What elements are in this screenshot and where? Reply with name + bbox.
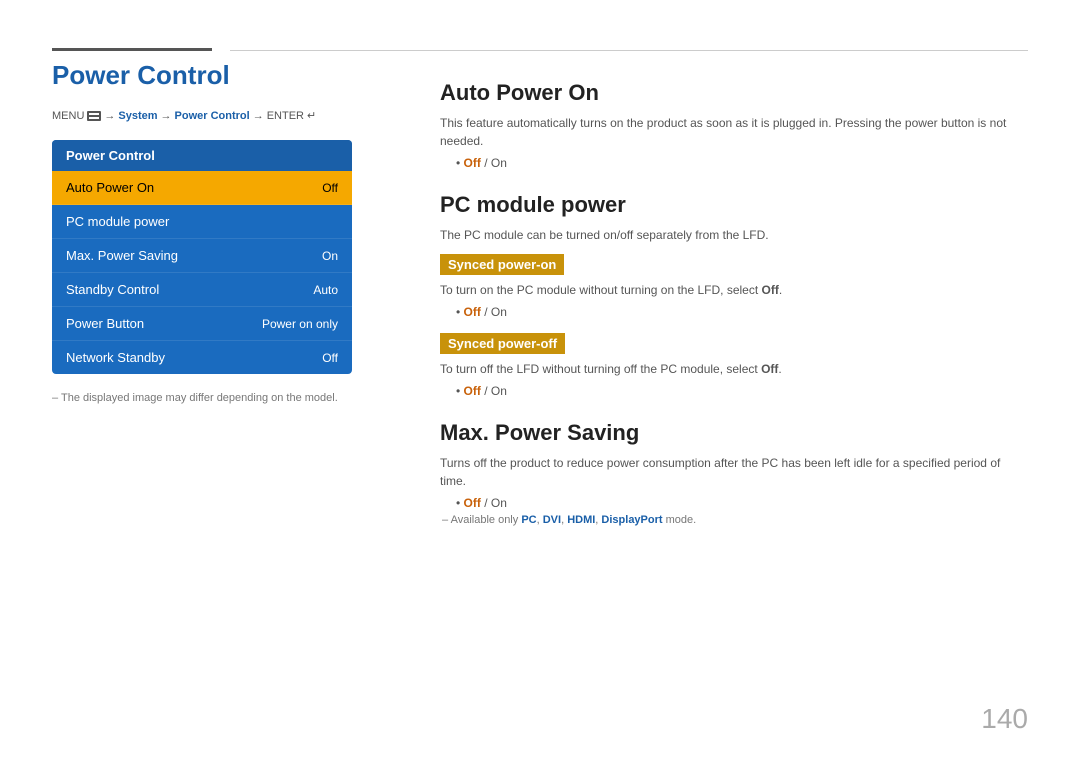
bullet-synced-off: Off / On [456,384,1028,398]
menu-icon [87,111,101,121]
menu-item-value: On [322,249,338,263]
on-label: On [491,496,507,510]
menu-item-label: Network Standby [66,350,165,365]
off-label: Off [464,305,481,319]
subsection-synced-off: Synced power-off To turn off the LFD wit… [440,329,1028,398]
menu-label: MENU [52,110,84,122]
page-number: 140 [981,703,1028,735]
menu-item-pc-module[interactable]: PC module power [52,205,352,239]
note-hdmi: HDMI [567,514,595,526]
section-desc-max-power: Turns off the product to reduce power co… [440,454,1028,490]
menu-item-auto-power-on[interactable]: Auto Power On Off [52,171,352,205]
menu-item-standby-control[interactable]: Standby Control Auto [52,273,352,307]
menu-box-header: Power Control [52,140,352,171]
enter-label: ENTER [267,110,304,122]
on-label: On [491,384,507,398]
subsection-desc-synced-off: To turn off the LFD without turning off … [440,360,1028,378]
menu-item-value: Auto [313,283,338,297]
menu-item-value: Power on only [262,317,338,331]
footnote: The displayed image may differ depending… [52,392,412,404]
on-label: On [491,156,507,170]
top-border-line [230,50,1028,51]
menu-item-label: Power Button [66,316,144,331]
menu-item-network-standby[interactable]: Network Standby Off [52,341,352,374]
section-max-power-saving: Max. Power Saving Turns off the product … [440,420,1028,526]
section-title-max-power: Max. Power Saving [440,420,1028,446]
power-control-link: Power Control [175,110,250,122]
menu-item-value: Off [322,351,338,365]
subsection-desc-synced-on: To turn on the PC module without turning… [440,281,1028,299]
menu-item-label: Max. Power Saving [66,248,178,263]
section-pc-module: PC module power The PC module can be tur… [440,192,1028,398]
off-label: Off [464,384,481,398]
menu-item-value: Off [322,181,338,195]
note-pc: PC [521,514,536,526]
menu-item-label: PC module power [66,214,169,229]
right-panel: Auto Power On This feature automatically… [440,80,1028,548]
note-dvi: DVI [543,514,561,526]
bullet-synced-on: Off / On [456,305,1028,319]
page-title: Power Control [52,60,412,91]
section-desc-pc-module: The PC module can be turned on/off separ… [440,226,1028,244]
menu-item-label: Standby Control [66,282,159,297]
menu-item-max-power[interactable]: Max. Power Saving On [52,239,352,273]
subsection-title-synced-off: Synced power-off [440,333,565,354]
menu-box: Power Control Auto Power On Off PC modul… [52,140,352,374]
arrow-1: → [104,110,115,122]
left-panel: Power Control MENU → System → Power Cont… [52,60,412,404]
menu-item-power-button[interactable]: Power Button Power on only [52,307,352,341]
subsection-title-synced-on: Synced power-on [440,254,564,275]
top-border-accent [52,48,212,51]
system-link: System [118,110,157,122]
section-title-pc-module: PC module power [440,192,1028,218]
on-label: On [491,305,507,319]
subsection-synced-on: Synced power-on To turn on the PC module… [440,250,1028,319]
section-desc-auto-power-on: This feature automatically turns on the … [440,114,1028,150]
note-displayport: DisplayPort [601,514,662,526]
off-label: Off [464,496,481,510]
menu-path: MENU → System → Power Control → ENTER ↵ [52,109,412,122]
arrow-3: → [253,110,264,122]
menu-item-label: Auto Power On [66,180,154,195]
note-max-power: Available only PC, DVI, HDMI, DisplayPor… [442,514,1028,526]
section-auto-power-on: Auto Power On This feature automatically… [440,80,1028,170]
arrow-2: → [161,110,172,122]
bullet-auto-power-on: Off / On [456,156,1028,170]
section-title-auto-power-on: Auto Power On [440,80,1028,106]
enter-icon: ↵ [307,109,316,122]
bullet-max-power: Off / On [456,496,1028,510]
off-label: Off [464,156,481,170]
